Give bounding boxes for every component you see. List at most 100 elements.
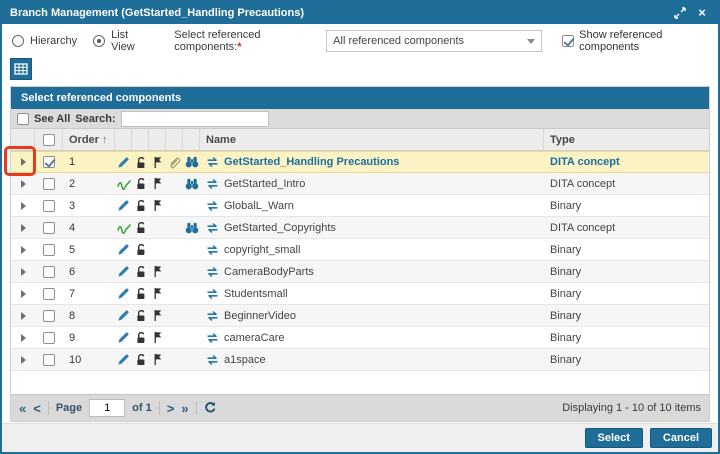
table-row[interactable]: 9cameraCareBinary [11, 327, 709, 349]
resize-icon[interactable] [672, 6, 688, 20]
reuse-icon [206, 244, 219, 256]
table-grid-icon[interactable] [10, 58, 32, 80]
triangle-right-icon [21, 290, 26, 298]
prev-page-button[interactable]: < [33, 402, 41, 415]
binoculars-icon [183, 173, 200, 194]
flag-icon [149, 152, 166, 172]
row-checkbox[interactable] [43, 244, 55, 256]
row-order: 7 [63, 283, 115, 304]
dialog-toolbar: Hierarchy List View Select referenced co… [2, 24, 718, 58]
row-name-cell: GetStarted_Intro [200, 173, 544, 194]
row-checkbox[interactable] [43, 222, 55, 234]
cancel-button[interactable]: Cancel [650, 428, 712, 448]
row-order: 4 [63, 217, 115, 238]
hierarchy-radio[interactable] [12, 35, 24, 47]
table-row[interactable]: 2GetStarted_IntroDITA concept [11, 173, 709, 195]
reuse-icon [206, 266, 219, 278]
table-body: 1GetStarted_Handling PrecautionsDITA con… [11, 151, 709, 371]
row-checkbox[interactable] [43, 200, 55, 212]
sort-asc-icon: ↑ [102, 134, 108, 146]
row-checkbox-cell [35, 173, 63, 194]
triangle-right-icon [21, 268, 26, 276]
unlock-icon [132, 261, 149, 282]
row-checkbox[interactable] [43, 332, 55, 344]
name-column-header[interactable]: Name [200, 129, 544, 150]
row-checkbox[interactable] [43, 266, 55, 278]
reuse-icon [206, 354, 219, 366]
row-checkbox-cell [35, 283, 63, 304]
table-row[interactable]: 8BeginnerVideoBinary [11, 305, 709, 327]
icon-slot [183, 283, 200, 304]
row-type: Binary [544, 349, 709, 370]
referenced-components-dropdown[interactable]: All referenced components [326, 30, 542, 52]
next-page-button[interactable]: > [167, 402, 175, 415]
list-view-radio-label: List View [111, 29, 150, 53]
row-checkbox-cell [35, 152, 63, 172]
first-page-button[interactable]: « [19, 402, 26, 415]
select-referenced-label: Select referenced components:* [174, 29, 314, 53]
table-filler [11, 371, 709, 394]
row-name-cell: CameraBodyParts [200, 261, 544, 282]
panel-header: Select referenced components [11, 87, 709, 109]
icon-slot [183, 239, 200, 260]
pencil-icon [115, 152, 132, 172]
triangle-right-icon [21, 334, 26, 342]
table-row[interactable]: 3GlobalL_WarnBinary [11, 195, 709, 217]
row-type: Binary [544, 195, 709, 216]
row-expander[interactable] [11, 349, 35, 370]
table-row[interactable]: 6CameraBodyPartsBinary [11, 261, 709, 283]
list-view-radio[interactable] [93, 35, 105, 47]
close-icon[interactable]: × [694, 6, 710, 20]
row-expander[interactable] [11, 261, 35, 282]
flag-icon [149, 283, 166, 304]
row-checkbox[interactable] [43, 178, 55, 190]
row-expander[interactable] [11, 283, 35, 304]
type-column-header[interactable]: Type [544, 129, 709, 150]
icon-slot [166, 173, 183, 194]
row-expander[interactable] [11, 305, 35, 326]
select-all-checkbox[interactable] [43, 134, 55, 146]
icon-slot [166, 261, 183, 282]
row-checkbox[interactable] [43, 156, 55, 168]
icon-slot [166, 305, 183, 326]
page-label: Page [56, 402, 82, 414]
unlock-icon [132, 152, 149, 172]
refresh-icon[interactable] [204, 401, 217, 416]
reuse-icon [206, 288, 219, 300]
row-checkbox[interactable] [43, 354, 55, 366]
row-checkbox[interactable] [43, 310, 55, 322]
last-page-button[interactable]: » [181, 402, 188, 415]
see-all-checkbox[interactable] [17, 113, 29, 125]
row-expander[interactable] [11, 173, 35, 194]
dialog-titlebar: Branch Management (GetStarted_Handling P… [2, 2, 718, 24]
unlock-icon [132, 349, 149, 370]
squiggle-icon [115, 173, 132, 194]
icon-slot [166, 195, 183, 216]
row-type: Binary [544, 283, 709, 304]
table-row[interactable]: 7StudentsmallBinary [11, 283, 709, 305]
table-row[interactable]: 10a1spaceBinary [11, 349, 709, 371]
row-order: 10 [63, 349, 115, 370]
row-name-cell: copyright_small [200, 239, 544, 260]
flag-icon [149, 195, 166, 216]
triangle-right-icon [21, 180, 26, 188]
row-expander[interactable] [11, 239, 35, 260]
row-checkbox[interactable] [43, 288, 55, 300]
order-column-header[interactable]: Order↑ [63, 129, 115, 150]
show-referenced-checkbox[interactable] [562, 35, 574, 47]
table-row[interactable]: 4GetStarted_CopyrightsDITA concept [11, 217, 709, 239]
row-name-cell: GetStarted_Handling Precautions [200, 152, 544, 172]
select-button[interactable]: Select [585, 428, 643, 448]
triangle-right-icon [21, 356, 26, 364]
unlock-icon [132, 173, 149, 194]
row-expander[interactable] [11, 217, 35, 238]
icon-col-header [183, 129, 200, 150]
row-expander[interactable] [11, 152, 35, 172]
page-number-input[interactable] [89, 399, 125, 417]
row-expander[interactable] [11, 195, 35, 216]
search-input[interactable] [121, 111, 269, 127]
row-expander[interactable] [11, 327, 35, 348]
table-row[interactable]: 5copyright_smallBinary [11, 239, 709, 261]
pagination-bar: « < Page of 1 > » Displaying 1 - 10 of 1… [11, 394, 709, 421]
table-row[interactable]: 1GetStarted_Handling PrecautionsDITA con… [11, 151, 709, 173]
